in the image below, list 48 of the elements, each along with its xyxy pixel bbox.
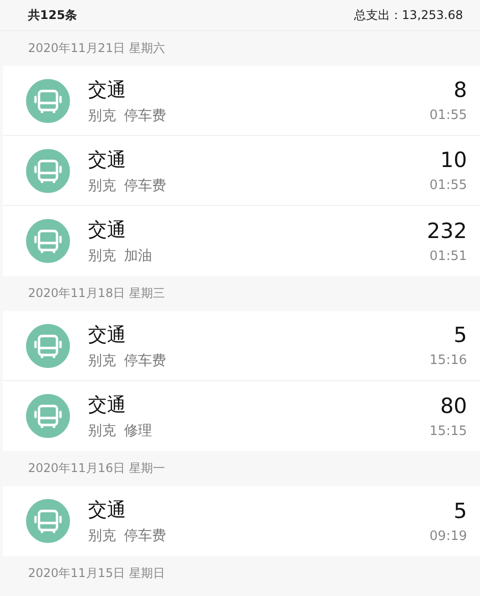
category-name: 交通 [88, 218, 126, 243]
amount: 8 [454, 78, 467, 102]
expense-entry[interactable]: 交通 别克 加油 232 01:51 [3, 206, 480, 276]
bus-icon [26, 148, 70, 192]
expense-entry[interactable]: 交通 别克 停车费 5 15:16 [3, 311, 480, 381]
expense-tag: 停车费 [124, 106, 166, 124]
account-name: 别克 [88, 527, 116, 545]
entry-time: 01:55 [430, 178, 467, 193]
expense-tag: 加油 [124, 247, 152, 265]
bus-icon [26, 78, 70, 122]
account-name: 别克 [88, 352, 116, 370]
entry-time: 09:19 [430, 528, 467, 544]
entry-time: 15:16 [430, 353, 467, 368]
total-expense: 总支出：13,253.68 [354, 6, 463, 24]
date-header: 2020年11月21日 星期六 [27, 40, 166, 57]
date-header: 2020年11月16日 星期一 [27, 460, 166, 477]
bus-icon [26, 499, 70, 543]
expense-entry[interactable]: 交通 别克 停车费 8 01:55 [3, 66, 480, 136]
amount: 5 [454, 498, 467, 522]
account-name: 别克 [88, 422, 116, 440]
expense-entry[interactable]: 交通 别克 停车费 5 09:19 [3, 486, 480, 556]
account-name: 别克 [88, 106, 116, 124]
expense-entry[interactable]: 交通 别克 停车费 10 01:55 [3, 136, 480, 206]
entry-time: 01:55 [430, 108, 467, 123]
category-name: 交通 [88, 498, 126, 523]
record-count: 共125条 [28, 6, 78, 24]
category-name: 交通 [88, 322, 126, 348]
entry-time: 15:15 [430, 424, 467, 438]
amount: 5 [454, 323, 467, 347]
amount: 10 [440, 148, 467, 172]
date-header: 2020年11月15日 星期日 [27, 565, 166, 582]
amount: 80 [440, 394, 467, 418]
category-name: 交通 [88, 78, 126, 102]
amount: 232 [426, 218, 467, 242]
bus-icon [26, 394, 70, 438]
account-name: 别克 [88, 247, 116, 265]
expense-tag: 停车费 [124, 176, 166, 194]
expense-entry[interactable]: 交通 别克 修理 80 15:15 [3, 381, 480, 451]
date-header: 2020年11月18日 星期三 [27, 285, 166, 302]
expense-tag: 停车费 [124, 527, 166, 545]
account-name: 别克 [88, 176, 116, 194]
expense-tag: 修理 [124, 422, 152, 440]
category-name: 交通 [88, 148, 126, 172]
expense-tag: 停车费 [124, 352, 166, 370]
category-name: 交通 [88, 393, 126, 418]
bus-icon [26, 324, 70, 368]
entry-time: 01:51 [430, 248, 467, 264]
bus-icon [26, 219, 70, 263]
